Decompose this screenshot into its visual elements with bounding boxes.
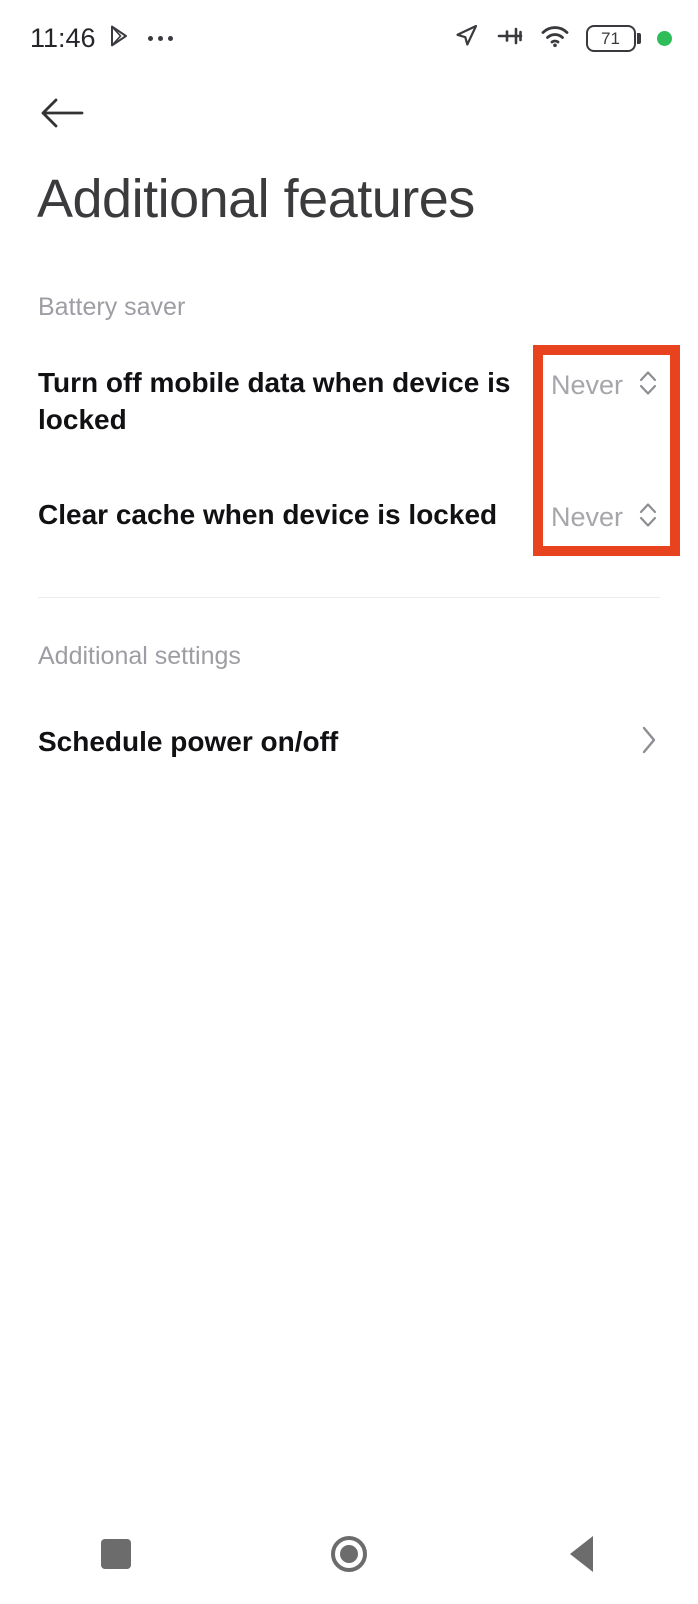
row-value: Never <box>550 370 623 400</box>
stepper-icon[interactable] <box>636 499 660 536</box>
section-divider <box>38 597 660 598</box>
status-bar-right: 71 <box>453 22 672 55</box>
back-button[interactable] <box>30 86 94 144</box>
row-turn-off-mobile-data[interactable]: Turn off mobile data when device is lock… <box>0 364 698 460</box>
back-arrow-icon <box>39 95 85 136</box>
status-time: 11:46 <box>30 22 96 53</box>
ellipsis-icon <box>147 35 173 41</box>
play-store-icon <box>105 23 131 54</box>
battery-body: 71 <box>585 24 636 52</box>
page-title: Additional features <box>37 169 475 229</box>
row-clear-cache[interactable]: Clear cache when device is locked Never <box>0 496 698 546</box>
row-title: Clear cache when device is locked <box>38 499 498 530</box>
status-bar: 11:46 71 <box>0 0 698 76</box>
location-arrow-icon <box>453 22 480 54</box>
battery-level-text: 71 <box>601 28 620 48</box>
row-title: Turn off mobile data when device is lock… <box>38 367 511 435</box>
row-value-group[interactable] <box>638 719 660 763</box>
row-value: Never <box>550 502 623 532</box>
nav-back-button[interactable] <box>465 1504 698 1604</box>
section-label-additional-settings: Additional settings <box>38 642 241 670</box>
home-circle-icon <box>331 1536 367 1572</box>
wifi-icon <box>540 23 570 54</box>
status-bar-left: 11:46 <box>30 23 173 54</box>
battery-icon: 71 <box>585 24 641 52</box>
row-schedule-power-on-off[interactable]: Schedule power on/off <box>0 716 698 766</box>
nav-recents-button[interactable] <box>0 1504 233 1604</box>
recents-square-icon <box>101 1539 132 1569</box>
row-title: Schedule power on/off <box>38 725 339 757</box>
row-value-group[interactable]: Never <box>551 364 660 404</box>
system-navigation-bar <box>0 1504 698 1604</box>
row-value-group[interactable]: Never <box>551 496 660 536</box>
notification-dot-icon <box>657 30 672 46</box>
nav-home-button[interactable] <box>233 1504 466 1604</box>
back-triangle-icon <box>570 1536 594 1572</box>
airplane-mode-icon <box>496 22 524 55</box>
chevron-right-icon <box>638 722 660 763</box>
battery-cap <box>637 32 641 44</box>
section-label-battery-saver: Battery saver <box>38 293 186 321</box>
stepper-icon[interactable] <box>636 367 660 404</box>
